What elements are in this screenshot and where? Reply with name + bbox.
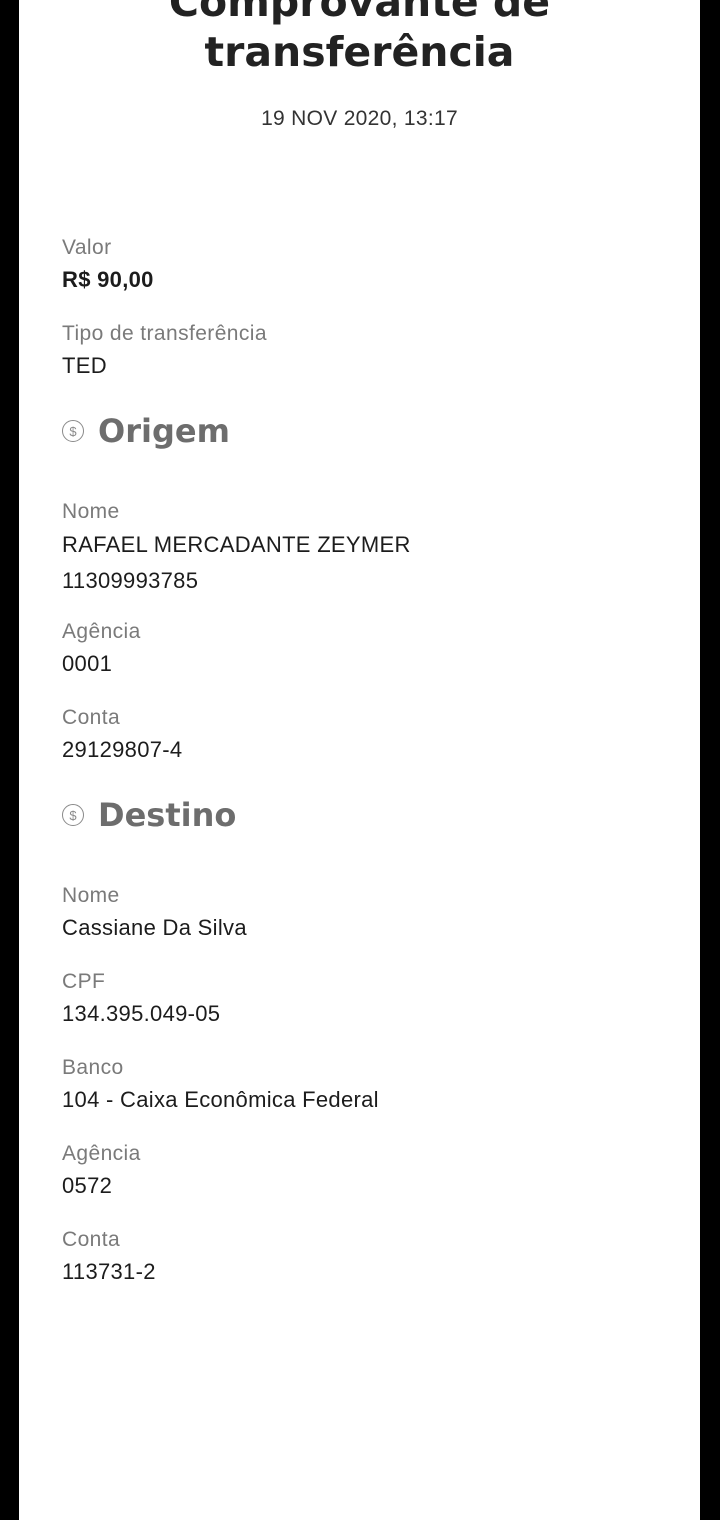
destino-agencia-value: 0572 — [62, 1173, 113, 1198]
destino-conta-field: Conta 113731-2 — [62, 1227, 682, 1291]
destino-nome-value: Cassiane Da Silva — [62, 915, 247, 940]
origem-conta-field: Conta 29129807-4 — [62, 705, 682, 769]
dollar-circle-icon: $ — [62, 804, 84, 826]
origem-conta-value: 29129807-4 — [62, 737, 183, 762]
section-destino-title: Destino — [98, 796, 237, 834]
receipt-content: Valor R$ 90,00 Tipo de transferência TED… — [62, 235, 682, 1313]
destino-cpf-field: CPF 134.395.049-05 — [62, 969, 682, 1033]
origem-nome-doc: 11309993785 — [62, 568, 199, 593]
origem-agencia-label: Agência — [62, 620, 141, 643]
destino-nome-label: Nome — [62, 884, 120, 907]
destino-cpf-value: 134.395.049-05 — [62, 1001, 221, 1026]
destino-banco-value: 104 - Caixa Econômica Federal — [62, 1087, 379, 1112]
destino-nome-field: Nome Cassiane Da Silva — [62, 883, 682, 947]
origem-nome-field: Nome RAFAEL MERCADANTE ZEYMER 1130999378… — [62, 499, 682, 597]
receipt-title-line2: transferência — [204, 28, 515, 76]
section-destino: $ Destino — [62, 791, 682, 839]
section-origem: $ Origem — [62, 407, 682, 455]
destino-agencia-label: Agência — [62, 1142, 141, 1165]
destino-agencia-field: Agência 0572 — [62, 1141, 682, 1205]
origem-nome-value: RAFAEL MERCADANTE ZEYMER — [62, 532, 411, 557]
tipo-value: TED — [62, 353, 107, 378]
destino-conta-label: Conta — [62, 1228, 121, 1251]
tipo-field: Tipo de transferência TED — [62, 321, 682, 385]
valor-label: Valor — [62, 236, 112, 259]
destino-banco-label: Banco — [62, 1056, 124, 1079]
section-origem-title: Origem — [98, 412, 230, 450]
tipo-label: Tipo de transferência — [62, 322, 267, 345]
valor-field: Valor R$ 90,00 — [62, 235, 682, 299]
transfer-receipt: Comprovante de transferência 19 NOV 2020… — [19, 0, 700, 1520]
valor-value: R$ 90,00 — [62, 267, 154, 292]
destino-cpf-label: CPF — [62, 970, 106, 993]
destino-conta-value: 113731-2 — [62, 1259, 156, 1284]
receipt-title-line1: Comprovante de — [168, 0, 551, 26]
dollar-circle-icon: $ — [62, 420, 84, 442]
origem-agencia-value: 0001 — [62, 651, 113, 676]
receipt-date: 19 NOV 2020, 13:17 — [261, 107, 458, 130]
origem-agencia-field: Agência 0001 — [62, 619, 682, 683]
destino-banco-field: Banco 104 - Caixa Econômica Federal — [62, 1055, 682, 1119]
origem-nome-label: Nome — [62, 500, 120, 523]
origem-conta-label: Conta — [62, 706, 121, 729]
